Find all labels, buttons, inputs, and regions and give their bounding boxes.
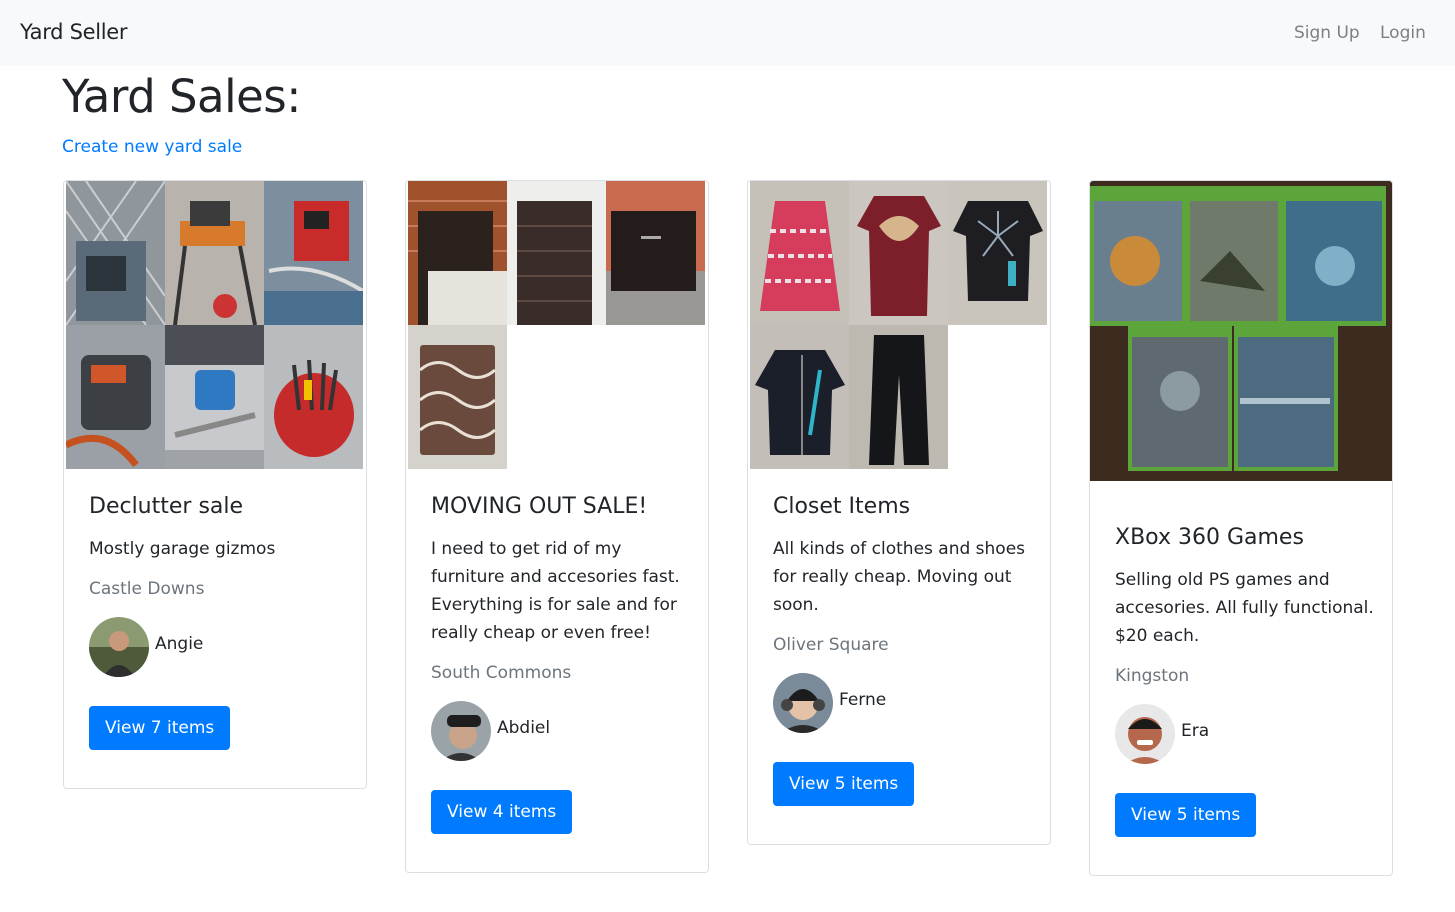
view-items-button[interactable]: View 4 items <box>431 790 573 834</box>
item-thumbnail[interactable] <box>606 181 705 325</box>
item-thumbnail[interactable] <box>408 325 507 469</box>
sale-location: Kingston <box>1115 666 1190 686</box>
item-thumbnail[interactable] <box>66 325 165 469</box>
item-thumbnail[interactable] <box>264 325 363 469</box>
card-body: Closet Items All kinds of clothes and sh… <box>773 493 1033 806</box>
sale-title[interactable]: MOVING OUT SALE! <box>431 493 691 521</box>
item-thumbnail[interactable] <box>849 325 948 469</box>
item-thumbnail[interactable] <box>750 181 849 325</box>
seller-info: Era <box>1115 704 1375 764</box>
seller-info: Ferne <box>773 673 1033 733</box>
seller-info: Abdiel <box>431 701 691 761</box>
signup-link[interactable]: Sign Up <box>1294 23 1360 43</box>
sale-description: All kinds of clothes and shoes for reall… <box>773 539 1026 615</box>
seller-avatar <box>431 701 491 761</box>
seller-name[interactable]: Ferne <box>839 690 886 710</box>
seller-avatar <box>89 617 149 677</box>
yard-sale-card: MOVING OUT SALE! I need to get rid of my… <box>405 180 709 873</box>
seller-avatar <box>1115 704 1175 764</box>
seller-avatar <box>773 673 833 733</box>
yard-sale-card: XBox 360 Games Selling old PS games and … <box>1089 180 1393 876</box>
item-thumbnails <box>66 181 364 470</box>
card-body: XBox 360 Games Selling old PS games and … <box>1115 524 1375 837</box>
navbar: Yard Seller Sign Up Login <box>0 0 1455 66</box>
create-yard-sale-link[interactable]: Create new yard sale <box>62 137 242 157</box>
card-body: Declutter sale Mostly garage gizmos Cast… <box>89 493 349 750</box>
brand-logo[interactable]: Yard Seller <box>20 20 128 44</box>
view-items-button[interactable]: View 5 items <box>773 762 915 806</box>
sale-location: Oliver Square <box>773 635 889 655</box>
sale-title[interactable]: XBox 360 Games <box>1115 524 1375 552</box>
seller-name[interactable]: Abdiel <box>497 718 550 738</box>
view-items-button[interactable]: View 5 items <box>1115 793 1257 837</box>
sale-description: Mostly garage gizmos <box>89 539 276 559</box>
item-thumbnail[interactable] <box>66 181 165 325</box>
seller-name[interactable]: Angie <box>155 634 203 654</box>
view-items-button[interactable]: View 7 items <box>89 706 231 750</box>
seller-info: Angie <box>89 617 349 677</box>
item-thumbnail[interactable] <box>165 181 264 325</box>
sale-location: Castle Downs <box>89 579 205 599</box>
item-thumbnail[interactable] <box>849 181 948 325</box>
sale-title[interactable]: Closet Items <box>773 493 1033 521</box>
item-thumbnail[interactable] <box>408 181 507 325</box>
yard-sale-card: Closet Items All kinds of clothes and sh… <box>747 180 1051 845</box>
sale-location: South Commons <box>431 663 572 683</box>
item-thumbnails <box>750 181 1048 470</box>
sale-title[interactable]: Declutter sale <box>89 493 349 521</box>
seller-name[interactable]: Era <box>1181 721 1209 741</box>
sale-description: Selling old PS games and accesories. All… <box>1115 570 1374 646</box>
item-thumbnails <box>408 181 706 470</box>
item-thumbnail[interactable] <box>750 325 849 469</box>
item-thumbnail[interactable] <box>264 181 363 325</box>
sale-description: I need to get rid of my furniture and ac… <box>431 539 680 643</box>
item-thumbnail[interactable] <box>165 325 264 469</box>
login-link[interactable]: Login <box>1380 23 1426 43</box>
item-thumbnail[interactable] <box>507 181 606 325</box>
page-title: Yard Sales: <box>62 70 301 123</box>
card-body: MOVING OUT SALE! I need to get rid of my… <box>431 493 691 834</box>
sale-photo[interactable] <box>1090 181 1392 481</box>
item-thumbnail[interactable] <box>948 181 1047 325</box>
yard-sale-card: Declutter sale Mostly garage gizmos Cast… <box>63 180 367 789</box>
